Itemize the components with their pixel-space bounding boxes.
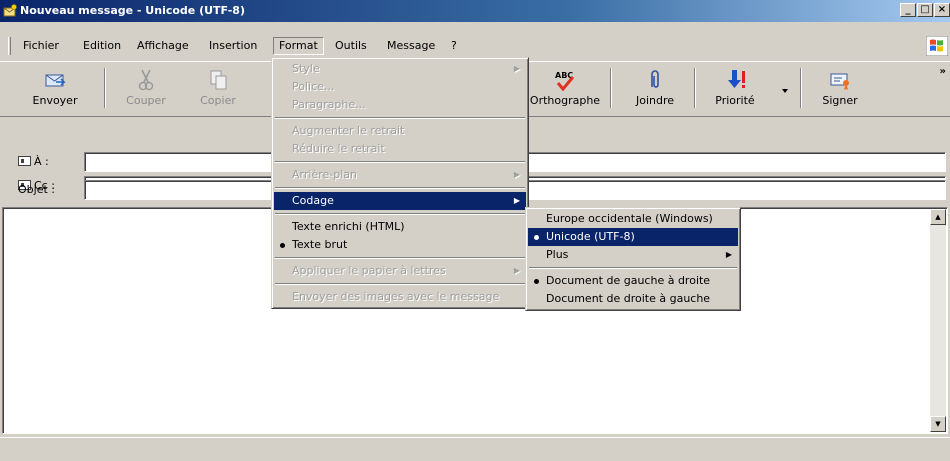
cut-label: Couper [126,94,166,107]
new-message-icon [3,4,17,17]
send-label: Envoyer [32,94,78,107]
menu-separator [528,264,738,272]
menu-item-more[interactable]: Plus ▶ [528,246,738,264]
radio-bullet-icon [280,243,285,248]
menu-fichier[interactable]: Fichier [18,37,64,55]
menu-edition[interactable]: Edition [78,37,126,55]
menu-outils[interactable]: Outils [330,37,372,55]
copy-label: Copier [200,94,236,107]
dropdown-arrow-icon [782,89,788,93]
format-menu: Style ▶ Police... Paragraphe... Augmenter… [271,57,529,309]
spellcheck-icon: ABC [555,71,575,92]
radio-bullet-icon [534,235,539,240]
menu-item-background[interactable]: Arrière-plan ▶ [274,166,526,184]
menu-separator [274,184,526,192]
priority-dropdown[interactable] [780,84,790,132]
menu-bar: Fichier Edition Affichage Insertion Form… [0,34,950,58]
menu-item-encoding[interactable]: Codage ▶ [274,192,526,210]
certificate-icon [830,73,849,90]
menu-insertion[interactable]: Insertion [204,37,262,55]
menu-item-right-to-left[interactable]: Document de droite à gauche [528,290,738,308]
menubar-grip[interactable] [8,37,11,55]
copy-button[interactable]: Copier [190,66,246,114]
subject-label[interactable]: Objet : [18,183,55,196]
menu-item-increase-indent[interactable]: Augmenter le retrait [274,122,526,140]
cut-button[interactable]: Couper [118,66,174,114]
menu-item-send-pictures[interactable]: Envoyer des images avec le message [274,288,526,306]
send-button[interactable]: Envoyer [22,66,88,114]
sign-label: Signer [822,94,858,107]
toolbar-separator [104,68,106,108]
menu-item-plain-text[interactable]: Texte brut [274,236,526,254]
priority-button[interactable]: Priorité [702,66,768,114]
title-bar[interactable]: Nouveau message - Unicode (UTF-8) _ □ × [0,0,950,22]
paperclip-icon [651,70,659,88]
copy-icon [210,70,227,90]
toolbar-separator [800,68,802,108]
menu-format[interactable]: Format [273,37,324,55]
status-bar [0,437,950,461]
menu-item-paragraph[interactable]: Paragraphe... [274,96,526,114]
toolbar-separator [610,68,612,108]
menu-help[interactable]: ? [446,37,462,55]
menu-separator [274,280,526,288]
attach-label: Joindre [635,94,675,107]
toolbar-separator [694,68,696,108]
menu-separator [274,114,526,122]
menu-item-style[interactable]: Style ▶ [274,60,526,78]
scroll-down-icon[interactable]: ▼ [930,416,946,432]
spellcheck-label: Orthographe [529,94,601,107]
window-title: Nouveau message - Unicode (UTF-8) [20,4,245,17]
menu-separator [274,210,526,218]
attach-button[interactable]: Joindre [624,66,686,114]
menu-separator [274,254,526,262]
menu-item-unicode-utf8[interactable]: Unicode (UTF-8) [528,228,738,246]
menu-item-decrease-indent[interactable]: Réduire le retrait [274,140,526,158]
menu-item-stationery[interactable]: Appliquer le papier à lettres ▶ [274,262,526,280]
menu-affichage[interactable]: Affichage [132,37,194,55]
windows-logo-icon [926,36,948,56]
close-button[interactable]: × [934,3,950,17]
sign-button[interactable]: Signer [808,66,872,114]
menu-separator [274,158,526,166]
menu-item-rich-text[interactable]: Texte enrichi (HTML) [274,218,526,236]
send-icon [45,74,66,87]
spellcheck-button[interactable]: ABC Orthographe [527,66,603,114]
scroll-up-icon[interactable]: ▲ [930,209,946,225]
maximize-button[interactable]: □ [917,3,933,17]
vertical-scrollbar[interactable]: ▲ ▼ [930,209,946,432]
menu-item-western-european[interactable]: Europe occidentale (Windows) [528,210,738,228]
compose-window: Nouveau message - Unicode (UTF-8) _ □ × … [0,0,950,461]
menu-item-font[interactable]: Police... [274,78,526,96]
radio-bullet-icon [534,279,539,284]
encoding-submenu: Europe occidentale (Windows) Unicode (UT… [525,207,741,311]
toolbar-overflow-chevron[interactable]: » [940,66,946,77]
window-controls: _ □ × [899,3,950,17]
menu-item-left-to-right[interactable]: Document de gauche à droite [528,272,738,290]
scissors-icon [138,69,154,91]
priority-icon [728,70,745,88]
menu-message[interactable]: Message [382,37,440,55]
minimize-button[interactable]: _ [900,3,916,17]
priority-label: Priorité [715,94,755,107]
